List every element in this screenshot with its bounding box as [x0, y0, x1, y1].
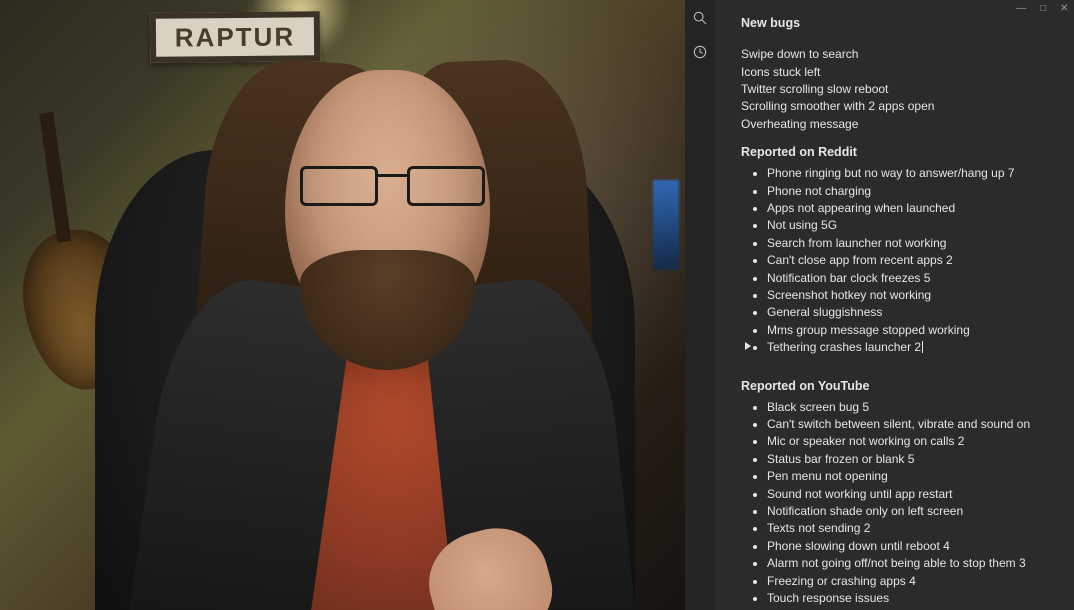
notes-pane: — □ ✕ New bugs Swipe down to searchIcons… — [685, 0, 1074, 610]
window-maximize-button[interactable]: □ — [1040, 2, 1046, 17]
list-item: Sound not working until app restart — [767, 486, 1053, 503]
note-line: Scrolling smoother with 2 apps open — [741, 98, 1053, 115]
tv-glow — [653, 180, 679, 270]
section-heading-new-bugs: New bugs — [741, 14, 1053, 32]
note-line: Overheating message — [741, 116, 1053, 133]
list-item: Phone ringing but no way to answer/hang … — [767, 165, 1053, 182]
wall-sign: RAPTUR — [150, 11, 320, 62]
list-item: Apps not appearing when launched — [767, 200, 1053, 217]
list-item: Notification shade only on left screen — [767, 503, 1053, 520]
list-item: Texts not sending 2 — [767, 520, 1053, 537]
list-item: Black screen bug 5 — [767, 399, 1053, 416]
list-item: Screenshot hotkey not working — [767, 287, 1053, 304]
list-item: Freezing or crashing apps 4 — [767, 573, 1053, 590]
list-item: Touch response issues — [767, 590, 1053, 607]
list-item: Search from launcher not working — [767, 235, 1053, 252]
note-editor[interactable]: — □ ✕ New bugs Swipe down to searchIcons… — [715, 0, 1074, 610]
app-root: RAPTUR — □ ✕ — [0, 0, 1074, 610]
text-caret — [922, 341, 923, 353]
list-item: Mic or speaker not working on calls 2 — [767, 433, 1053, 450]
search-icon[interactable] — [690, 8, 710, 28]
list-item: Alarm not going off/not being able to st… — [767, 555, 1053, 572]
section-heading-youtube: Reported on YouTube — [741, 377, 1053, 395]
list-item: General sluggishness — [767, 304, 1053, 321]
list-item: Pen menu not opening — [767, 468, 1053, 485]
list-item: Can't close app from recent apps 2 — [767, 252, 1053, 269]
list-item: Mms group message stopped working — [767, 322, 1053, 339]
glasses — [300, 160, 485, 210]
notes-rail — [685, 0, 715, 610]
list-item: Status bar frozen or blank 5 — [767, 451, 1053, 468]
section3-list: Black screen bug 5Can't switch between s… — [741, 399, 1053, 610]
window-close-button[interactable]: ✕ — [1060, 2, 1068, 17]
list-item: Tethering crashes launcher 2 — [767, 339, 1053, 356]
list-item: Can't switch between silent, vibrate and… — [767, 416, 1053, 433]
window-minimize-button[interactable]: — — [1016, 2, 1026, 17]
list-item: Phone not charging — [767, 183, 1053, 200]
list-item: Phone slowing down until reboot 4 — [767, 538, 1053, 555]
window-controls: — □ ✕ — [1016, 2, 1068, 17]
video-pane: RAPTUR — [0, 0, 685, 610]
section-heading-reddit: Reported on Reddit — [741, 143, 1053, 161]
history-icon[interactable] — [690, 42, 710, 62]
list-item: Not using 5G — [767, 217, 1053, 234]
list-item: Notification bar clock freezes 5 — [767, 270, 1053, 287]
note-line: Icons stuck left — [741, 64, 1053, 81]
section2-list: Phone ringing but no way to answer/hang … — [741, 165, 1053, 356]
note-line: Twitter scrolling slow reboot — [741, 81, 1053, 98]
note-line: Swipe down to search — [741, 46, 1053, 63]
section1-lines: Swipe down to searchIcons stuck leftTwit… — [741, 46, 1053, 133]
